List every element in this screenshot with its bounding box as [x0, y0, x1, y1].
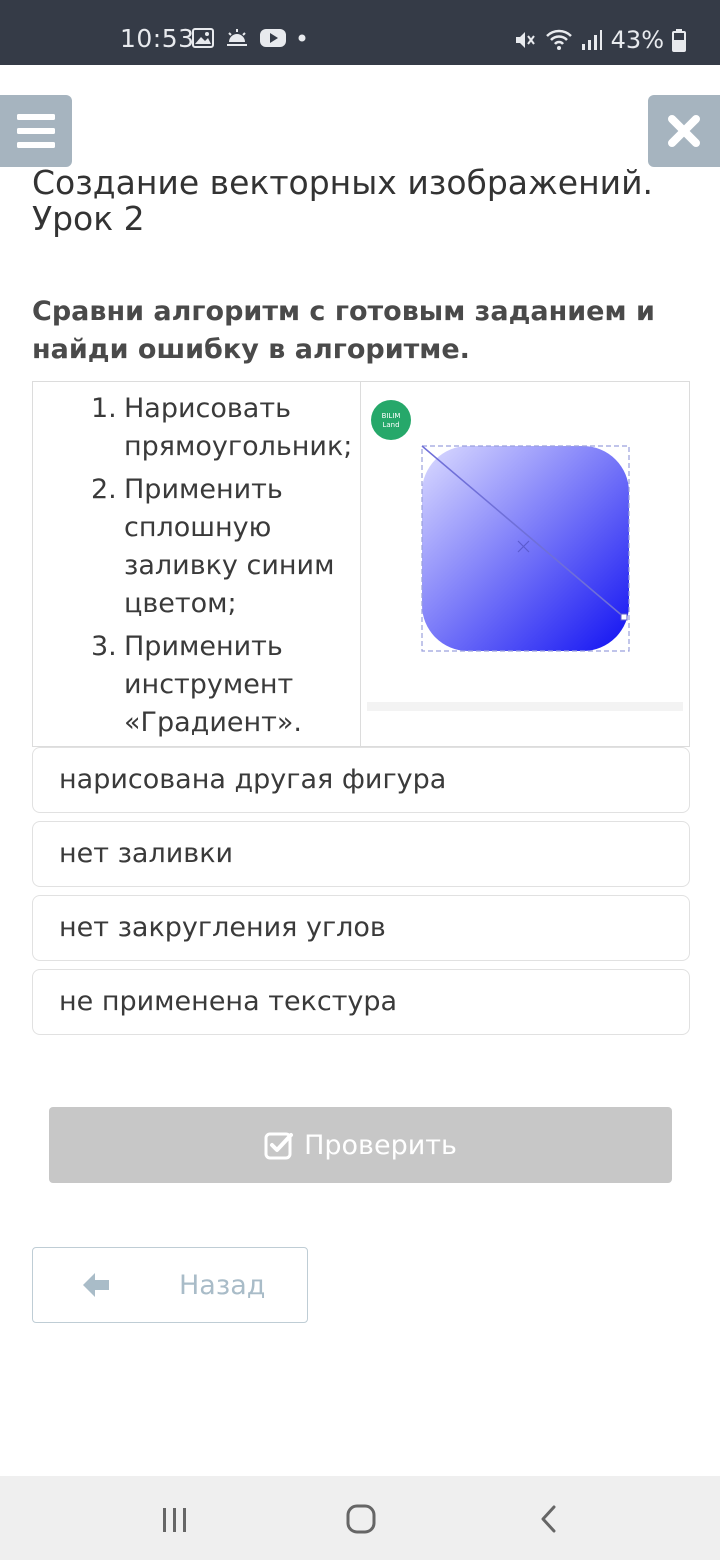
- step-item: 1. Нарисовать прямоугольник;: [91, 393, 353, 462]
- step-text: Нарисовать прямоугольник;: [124, 393, 353, 462]
- check-button[interactable]: Проверить: [49, 1107, 672, 1183]
- status-bar: 10:53 43%: [0, 0, 720, 65]
- recents-icon[interactable]: [160, 1506, 190, 1534]
- answer-option[interactable]: нет закругления углов: [32, 895, 690, 961]
- close-button[interactable]: [648, 95, 720, 167]
- task-table: 1. Нарисовать прямоугольник; 2. Применить …: [32, 381, 690, 747]
- answer-option[interactable]: не применена текстура: [32, 969, 690, 1035]
- option-label: нет закругления углов: [59, 912, 386, 943]
- system-nav-bar: [0, 1476, 720, 1560]
- image-scrollbar: [367, 702, 683, 711]
- option-label: нарисована другая фигура: [59, 764, 447, 795]
- svg-text:BILIM: BILIM: [382, 412, 401, 420]
- answer-option[interactable]: нарисована другая фигура: [32, 747, 690, 813]
- gradient-shape-illustration: BILIM Land: [371, 400, 630, 652]
- option-label: нет заливки: [59, 838, 234, 869]
- step-text: Применить сплошную заливку синим цветом;: [124, 474, 335, 619]
- gallery-icon: [192, 28, 214, 48]
- weather-icon: [227, 29, 247, 46]
- close-icon: [668, 115, 700, 147]
- youtube-icon: [260, 29, 286, 47]
- mute-icon: [515, 32, 535, 48]
- page-title: Создание векторных изображений. Урок 2: [32, 163, 654, 238]
- step-item: 2. Применить сплошную заливку синим цвето…: [91, 474, 335, 619]
- example-image: BILIM Land: [361, 382, 690, 746]
- battery-icon: [672, 29, 686, 52]
- arrow-left-icon: [83, 1273, 109, 1297]
- back-button-label: Назад: [179, 1270, 266, 1301]
- check-button-label: Проверить: [304, 1129, 457, 1161]
- signal-icon: [581, 30, 602, 50]
- back-button[interactable]: Назад: [32, 1247, 308, 1323]
- check-square-icon: [264, 1132, 294, 1160]
- status-time: 10:53: [120, 24, 195, 53]
- step-item: 3. Применить инструмент «Градиент».: [91, 631, 302, 738]
- svg-text:Land: Land: [382, 421, 399, 429]
- question-text: Сравни алгоритм с готовым заданием и най…: [32, 296, 655, 365]
- back-icon[interactable]: [538, 1504, 560, 1534]
- option-label: не применена текстура: [59, 986, 398, 1017]
- wifi-icon: [545, 29, 572, 50]
- hamburger-icon: [17, 114, 55, 148]
- steps-list: 1. Нарисовать прямоугольник; 2. Применить …: [91, 390, 355, 747]
- battery-percent: 43%: [610, 26, 664, 54]
- dot-icon: [298, 34, 306, 42]
- logo-badge: BILIM Land: [371, 400, 411, 440]
- answer-option[interactable]: нет заливки: [32, 821, 690, 887]
- step-text: Применить инструмент «Градиент».: [124, 631, 302, 738]
- menu-button[interactable]: [0, 95, 72, 167]
- home-icon[interactable]: [346, 1504, 376, 1534]
